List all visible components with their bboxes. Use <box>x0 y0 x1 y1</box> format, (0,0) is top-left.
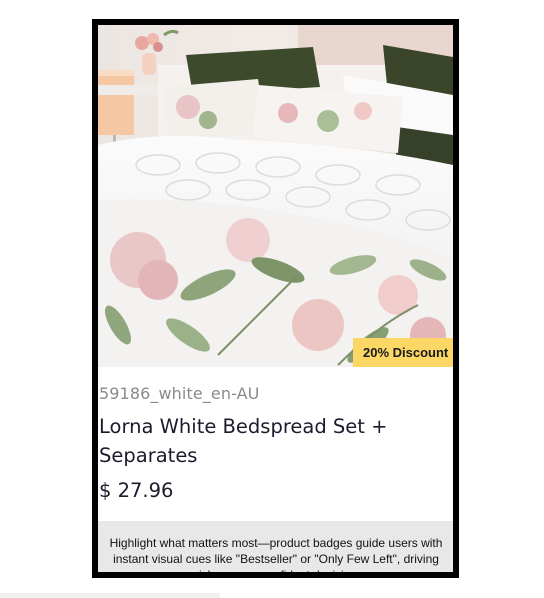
product-image[interactable]: 20% Discount <box>98 25 453 367</box>
product-sku: 59186_white_en-AU <box>99 384 260 403</box>
info-note: Highlight what matters most—product badg… <box>98 521 453 578</box>
discount-badge: 20% Discount <box>353 338 453 367</box>
product-price: $ 27.96 <box>99 479 174 502</box>
product-title[interactable]: Lorna White Bedspread Set + Separates <box>99 412 399 470</box>
page: 20% Discount 59186_white_en-AU Lorna Whi… <box>0 0 544 598</box>
info-note-text: Highlight what matters most—product badg… <box>109 536 443 578</box>
bottom-divider <box>0 593 220 598</box>
product-card[interactable]: 20% Discount 59186_white_en-AU Lorna Whi… <box>92 19 459 578</box>
